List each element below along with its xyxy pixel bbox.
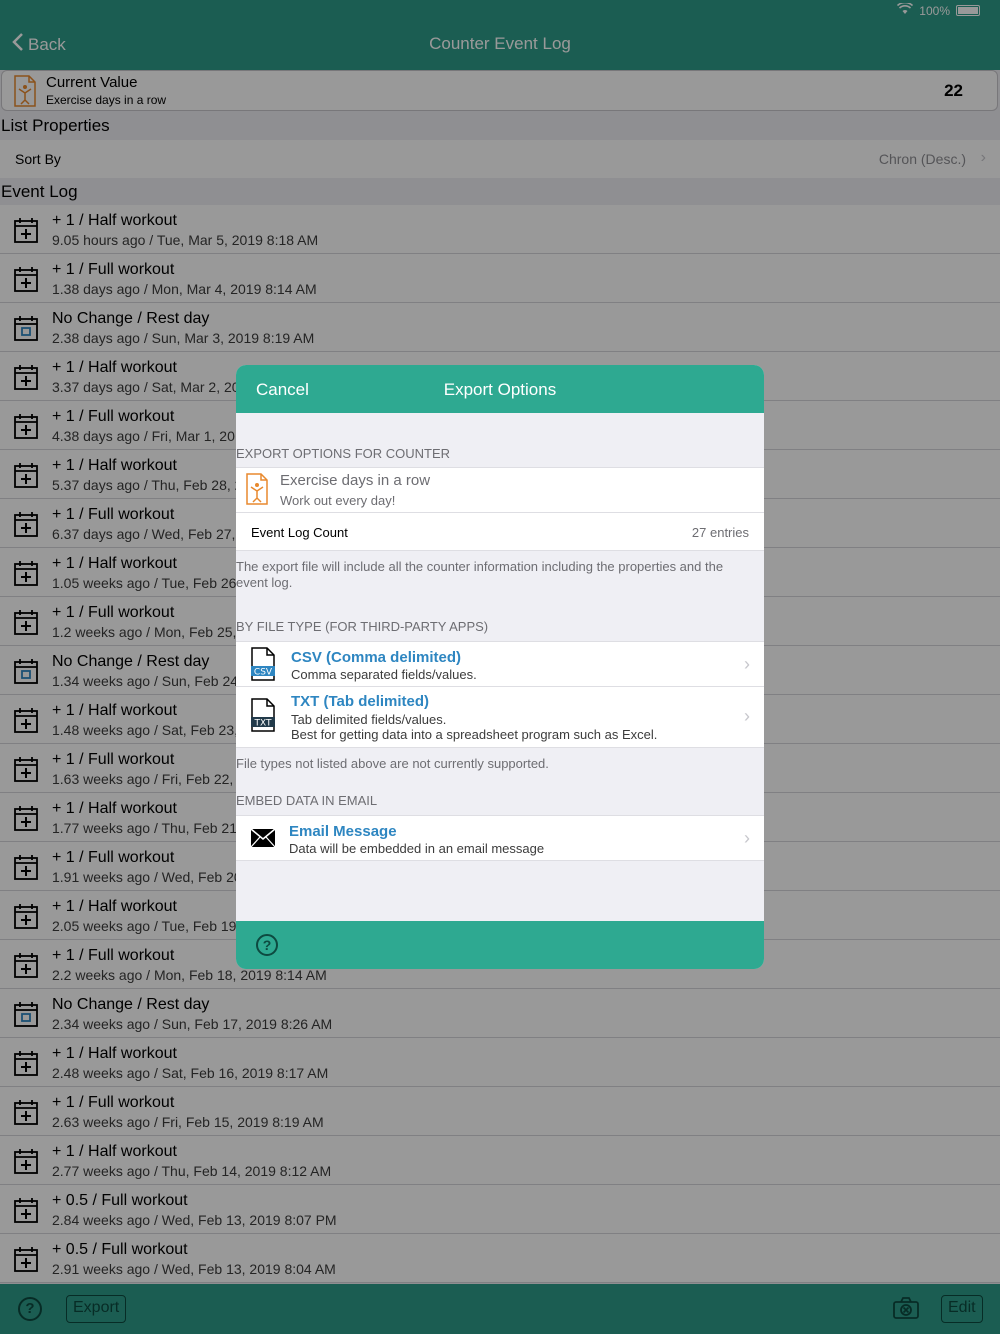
chevron-right-icon: ›: [744, 654, 750, 674]
export-options-modal: Cancel Export Options EXPORT OPTIONS FOR…: [236, 365, 764, 969]
unsupported-types-note: File types not listed above are not curr…: [236, 756, 549, 771]
envelope-icon: [250, 828, 276, 853]
chevron-right-icon: ›: [744, 828, 750, 848]
txt-subtitle-2: Best for getting data into a spreadsheet…: [291, 727, 658, 742]
csv-export-row[interactable]: CSV CSV (Comma delimited) Comma separate…: [236, 641, 764, 687]
counter-description: Work out every day!: [280, 493, 396, 508]
txt-badge: TXT: [253, 719, 272, 729]
export-include-note: The export file will include all the cou…: [236, 559, 724, 590]
txt-file-icon: TXT: [250, 698, 276, 737]
event-log-count-row: Event Log Count 27 entries: [236, 512, 764, 551]
modal-header: Cancel Export Options: [236, 365, 764, 413]
modal-footer: ?: [236, 921, 764, 969]
section-embed-email: EMBED DATA IN EMAIL: [236, 793, 378, 808]
csv-subtitle: Comma separated fields/values.: [291, 667, 477, 682]
counter-document-icon: [245, 473, 269, 510]
txt-title: TXT (Tab delimited): [291, 693, 430, 710]
csv-title: CSV (Comma delimited): [291, 649, 462, 666]
csv-file-icon: CSV: [250, 647, 276, 686]
txt-export-row[interactable]: TXT TXT (Tab delimited) Tab delimited fi…: [236, 686, 764, 748]
email-title: Email Message: [289, 823, 397, 840]
counter-info-cell: Exercise days in a row Work out every da…: [236, 467, 764, 513]
help-icon[interactable]: ?: [256, 934, 278, 956]
txt-subtitle-1: Tab delimited fields/values.: [291, 712, 447, 727]
chevron-right-icon: ›: [744, 706, 750, 726]
counter-name: Exercise days in a row: [280, 472, 431, 489]
email-export-row[interactable]: Email Message Data will be embedded in a…: [236, 815, 764, 861]
csv-badge: CSV: [254, 668, 273, 678]
event-log-count-label: Event Log Count: [251, 525, 348, 540]
modal-title: Export Options: [443, 380, 557, 399]
email-subtitle: Data will be embedded in an email messag…: [289, 841, 545, 856]
event-log-count-value: 27 entries: [691, 525, 749, 540]
section-export-options: EXPORT OPTIONS FOR COUNTER: [236, 446, 451, 461]
section-by-file-type: BY FILE TYPE (FOR THIRD-PARTY APPS): [236, 619, 489, 634]
